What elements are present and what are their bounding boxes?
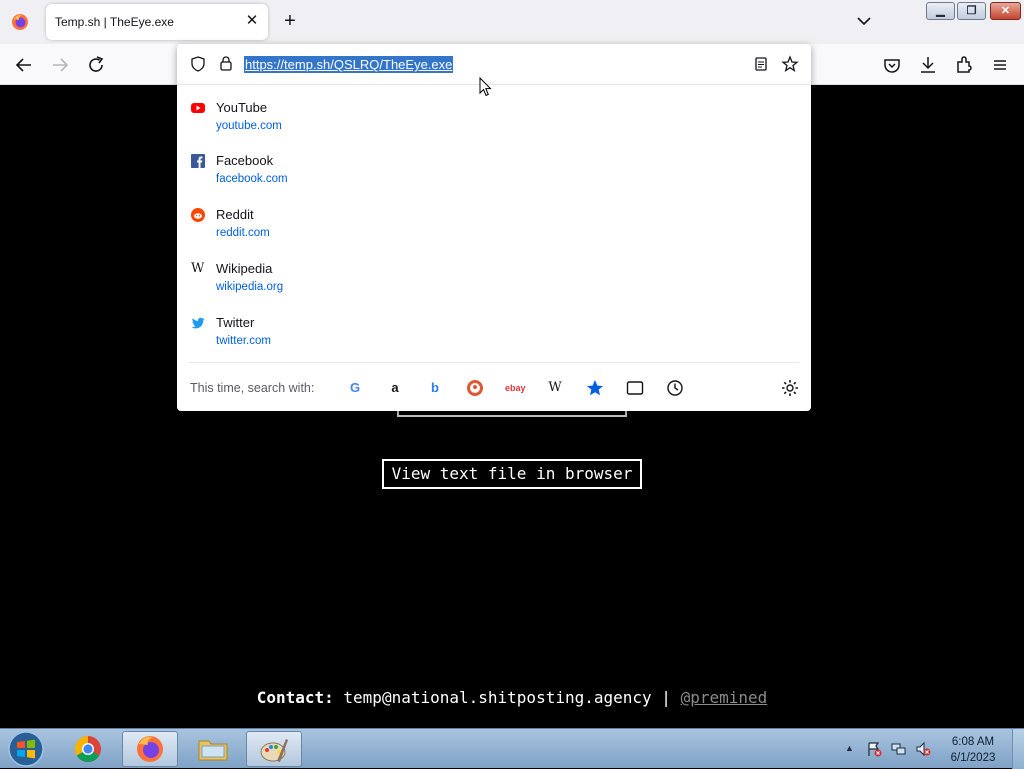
pocket-icon[interactable] xyxy=(881,54,903,76)
taskbar-paint[interactable] xyxy=(246,731,302,767)
contact-email: temp@national.shitposting.agency xyxy=(343,688,652,707)
suggestion-url: wikipedia.org xyxy=(216,281,284,293)
tab-strip: Temp.sh | TheEye.exe ✕ + ▁ ❐ ✕ xyxy=(0,0,1024,44)
chevron-down-icon[interactable] xyxy=(855,12,873,30)
menu-icon[interactable] xyxy=(989,54,1011,76)
tab-close-icon[interactable]: ✕ xyxy=(244,13,260,29)
suggestion-title: Twitter xyxy=(216,315,255,330)
youtube-icon xyxy=(191,103,205,113)
contact-line: Contact: temp@national.shitposting.agenc… xyxy=(0,688,1024,707)
downloads-icon[interactable] xyxy=(917,54,939,76)
suggestion-twitter[interactable]: Twitter twitter.com xyxy=(177,308,811,360)
back-arrow-icon[interactable] xyxy=(13,54,35,76)
suggestion-reddit[interactable]: Reddit reddit.com xyxy=(177,200,811,252)
divider xyxy=(189,362,799,363)
reader-view-icon[interactable] xyxy=(753,56,769,72)
contact-handle-link[interactable]: @premined xyxy=(681,688,768,707)
firefox-icon[interactable] xyxy=(11,13,29,31)
volume-muted-icon[interactable] xyxy=(915,741,931,757)
window-restore-button[interactable]: ❐ xyxy=(957,2,986,20)
urlbar[interactable]: https://temp.sh/QSLRQ/TheEye.exe xyxy=(177,44,811,85)
reddit-icon xyxy=(191,208,205,222)
suggestion-url: youtube.com xyxy=(216,120,282,132)
close-icon: ✕ xyxy=(1000,5,1011,17)
twitter-icon xyxy=(191,317,205,329)
lock-icon[interactable] xyxy=(218,55,234,72)
window-minimize-button[interactable]: ▁ xyxy=(926,2,955,20)
suggestion-facebook[interactable]: Facebook facebook.com xyxy=(177,146,811,198)
contact-label: Contact: xyxy=(256,688,334,707)
ebay-icon[interactable]: ebay xyxy=(505,378,526,398)
suggestion-title: Wikipedia xyxy=(216,261,273,276)
mouse-cursor-icon xyxy=(479,77,492,97)
taskbar: ▲ 6:08 AM 6/1/2023 xyxy=(0,728,1024,769)
tray-expand-icon[interactable]: ▲ xyxy=(845,743,855,753)
urlbar-dropdown: https://temp.sh/QSLRQ/TheEye.exe YouTube… xyxy=(177,44,811,411)
extensions-icon[interactable] xyxy=(953,54,975,76)
shield-icon[interactable] xyxy=(190,56,206,72)
google-icon[interactable]: G xyxy=(345,378,365,398)
gear-icon[interactable] xyxy=(780,378,800,398)
windows-start-icon[interactable] xyxy=(6,730,46,768)
network-icon[interactable] xyxy=(891,741,907,757)
suggestion-title: Facebook xyxy=(216,153,274,168)
system-clock[interactable]: 6:08 AM 6/1/2023 xyxy=(944,734,1002,766)
contact-separator: | xyxy=(661,688,671,707)
url-input[interactable]: https://temp.sh/QSLRQ/TheEye.exe xyxy=(244,56,454,73)
clock-time: 6:08 AM xyxy=(951,736,995,748)
tabs-icon[interactable] xyxy=(625,378,645,398)
suggestion-youtube[interactable]: YouTube youtube.com xyxy=(177,93,811,145)
forward-arrow-icon[interactable] xyxy=(49,54,71,76)
browser-window: Temp.sh | TheEye.exe ✕ + ▁ ❐ ✕ View text… xyxy=(0,0,1024,728)
paint-icon xyxy=(260,739,288,762)
tab-active[interactable]: Temp.sh | TheEye.exe ✕ xyxy=(46,4,268,40)
amazon-icon[interactable]: a xyxy=(385,378,405,398)
bookmarks-icon[interactable] xyxy=(585,378,605,398)
history-icon[interactable] xyxy=(665,378,685,398)
action-center-flag-icon[interactable] xyxy=(866,741,882,757)
duckduckgo-icon[interactable] xyxy=(465,378,485,398)
reload-icon[interactable] xyxy=(85,54,107,76)
chrome-icon xyxy=(74,735,101,763)
wikipedia-icon[interactable]: W xyxy=(545,378,565,398)
taskbar-explorer[interactable] xyxy=(185,731,241,767)
suggestion-url: twitter.com xyxy=(216,335,271,347)
suggestion-wikipedia[interactable]: W Wikipedia wikipedia.org xyxy=(177,254,811,306)
suggestion-title: YouTube xyxy=(216,100,268,115)
suggestion-url: facebook.com xyxy=(216,173,288,185)
suggestion-url: reddit.com xyxy=(216,227,270,239)
star-bookmark-icon[interactable] xyxy=(781,55,799,73)
view-text-file-button[interactable]: View text file in browser xyxy=(382,459,642,489)
restore-icon: ❐ xyxy=(966,5,977,17)
facebook-icon xyxy=(191,154,205,168)
tab-title: Temp.sh | TheEye.exe xyxy=(55,15,174,29)
wikipedia-icon: W xyxy=(191,261,205,276)
show-desktop-button[interactable] xyxy=(1012,729,1024,769)
new-tab-button[interactable]: + xyxy=(280,10,300,32)
search-with-label: This time, search with: xyxy=(190,381,315,395)
firefox-icon xyxy=(137,736,163,762)
suggestion-title: Reddit xyxy=(216,207,254,222)
clock-date: 6/1/2023 xyxy=(950,752,996,764)
minimize-icon: ▁ xyxy=(936,5,945,17)
taskbar-firefox[interactable] xyxy=(122,731,178,767)
window-close-button[interactable]: ✕ xyxy=(990,2,1021,20)
folder-icon xyxy=(198,740,228,761)
bing-icon[interactable]: b xyxy=(425,378,445,398)
taskbar-chrome[interactable] xyxy=(60,731,116,767)
